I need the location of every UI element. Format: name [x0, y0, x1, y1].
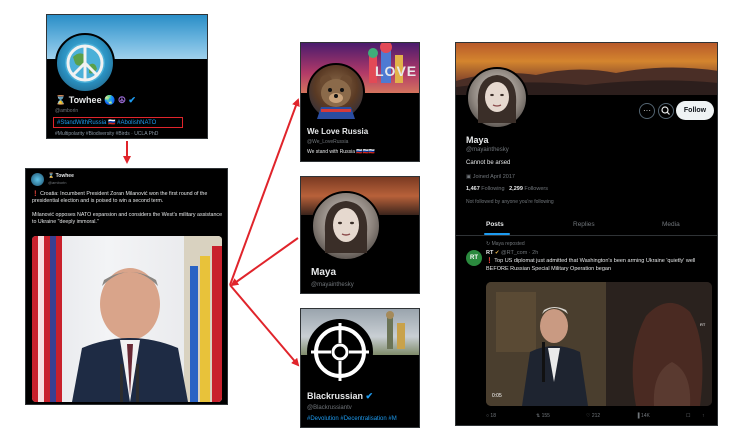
- arrow-maya-to-hub: [230, 237, 299, 287]
- arrow-hub-to-we-love-russia: [229, 98, 300, 286]
- connector-arrows: [123, 98, 300, 367]
- arrow-hub-to-blackrussian: [229, 284, 300, 367]
